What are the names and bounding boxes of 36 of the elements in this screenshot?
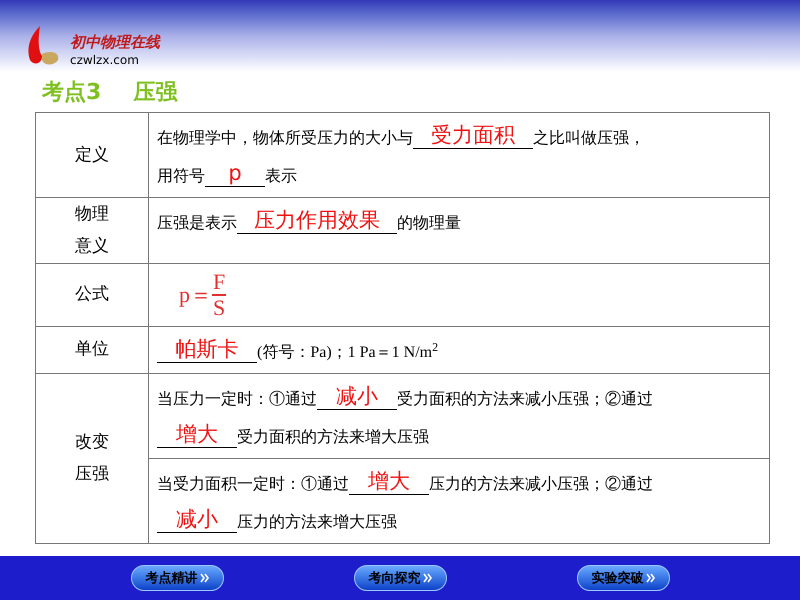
- section-title: 压强: [133, 78, 178, 106]
- answer-text: 增大: [176, 424, 218, 445]
- double-chevron-icon: [422, 573, 432, 583]
- sentence-text: (符号：Pa)；1 Pa＝1 N/m$^{2}$: [257, 342, 438, 363]
- row-label: 定义: [75, 144, 109, 166]
- double-chevron-icon: [646, 573, 654, 583]
- sentence-text: 压力的方法来减小压强；②通过: [429, 474, 653, 495]
- logo-title: 初中物理在线: [70, 34, 160, 53]
- answer-text: 减小: [176, 508, 218, 530]
- sentence-text: 当受力面积一定时：①通过: [157, 474, 349, 495]
- answer-text: 帕斯卡: [176, 338, 238, 360]
- answer-text: 压力作用效果: [254, 210, 380, 231]
- row-label: 物理意义: [75, 203, 109, 258]
- double-chevron-icon: [200, 573, 208, 583]
- sentence-text: 压力的方法来增大压强: [237, 512, 397, 533]
- sentence-text: 的物理量: [397, 214, 461, 234]
- nav-button[interactable]: 考点精讲: [130, 565, 224, 591]
- row-label: 改变压强: [75, 430, 109, 486]
- sentence-text: 受力面积的方法来增大压强: [237, 428, 429, 448]
- sentence-text: 当压力一定时：①通过: [157, 390, 317, 410]
- nav-button[interactable]: 考向探究: [354, 565, 446, 591]
- answer-text: 受力面积: [431, 125, 515, 146]
- row-label: 单位: [75, 338, 109, 360]
- row-label: 公式: [75, 283, 109, 306]
- sentence-text: 表示: [265, 167, 297, 187]
- sentence-text: 受力面积的方法来减小压强；②通过: [397, 390, 653, 410]
- nav-button[interactable]: 实验突破: [576, 565, 670, 591]
- answer-text: 减小: [336, 386, 378, 407]
- answer-text: 增大: [368, 470, 410, 492]
- sentence-text: 在物理学中，物体所受压力的大小与: [157, 129, 413, 149]
- site-address: czwlzx.com: [70, 53, 140, 68]
- sentence-text: 压强是表示: [157, 214, 237, 234]
- answer-text: p: [228, 163, 242, 184]
- sentence-text: 用符号: [157, 167, 205, 187]
- section-number: 考点3: [42, 78, 102, 106]
- sentence-text: 之比叫做压强，: [533, 129, 645, 149]
